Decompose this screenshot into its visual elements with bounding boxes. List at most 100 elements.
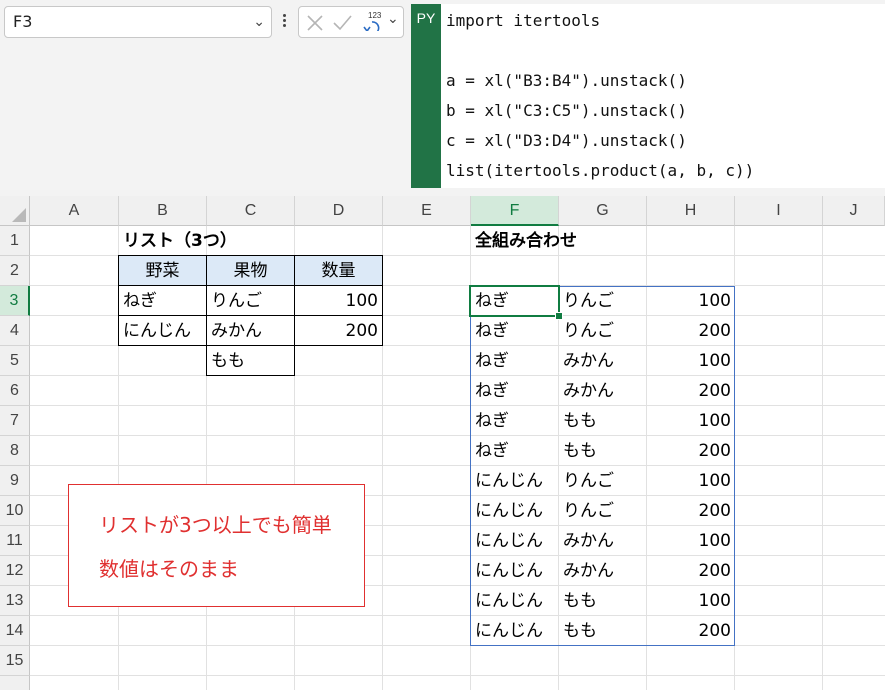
result-cell-vegetable[interactable]: ねぎ bbox=[471, 346, 559, 376]
row-header[interactable]: 12 bbox=[0, 556, 30, 586]
annotation-note-box[interactable]: リストが3つ以上でも簡単 数値はそのまま bbox=[68, 484, 365, 607]
column-header-c[interactable]: C bbox=[207, 196, 295, 226]
result-cell-vegetable[interactable]: ねぎ bbox=[471, 436, 559, 466]
row-header[interactable]: 7 bbox=[0, 406, 30, 436]
result-cell-quantity[interactable]: 100 bbox=[647, 466, 735, 496]
result-cell-fruit[interactable]: みかん bbox=[559, 526, 647, 556]
row-header[interactable]: 8 bbox=[0, 436, 30, 466]
column-header-a[interactable]: A bbox=[30, 196, 119, 226]
row-header[interactable]: 2 bbox=[0, 256, 30, 286]
row-header[interactable]: 3 bbox=[0, 286, 30, 316]
gridline bbox=[30, 375, 885, 376]
more-options-icon[interactable] bbox=[281, 12, 287, 32]
header-quantity[interactable]: 数量 bbox=[294, 255, 383, 286]
quantity-cell[interactable]: 200 bbox=[294, 315, 383, 346]
result-cell-vegetable[interactable]: にんじん bbox=[471, 586, 559, 616]
result-cell-quantity[interactable]: 200 bbox=[647, 616, 735, 646]
result-cell-fruit[interactable]: みかん bbox=[559, 376, 647, 406]
result-cell-quantity[interactable]: 200 bbox=[647, 496, 735, 526]
spreadsheet-grid: A B C D E F G H I J 1 2 3 4 5 6 7 8 9 10… bbox=[0, 196, 885, 690]
column-header-j[interactable]: J bbox=[823, 196, 885, 226]
fruit-cell[interactable]: みかん bbox=[206, 315, 295, 346]
result-cell-quantity[interactable]: 100 bbox=[647, 406, 735, 436]
enter-icon[interactable] bbox=[331, 11, 353, 33]
result-cell-vegetable[interactable]: にんじん bbox=[471, 466, 559, 496]
note-line: 数値はそのまま bbox=[99, 557, 239, 581]
gridline bbox=[30, 675, 885, 676]
code-line: c = xl("D3:D4").unstack() bbox=[446, 131, 687, 150]
gridline bbox=[30, 465, 885, 466]
result-cell-quantity[interactable]: 200 bbox=[647, 436, 735, 466]
column-header-f[interactable]: F bbox=[471, 196, 559, 226]
result-cell-fruit[interactable]: もも bbox=[559, 406, 647, 436]
row-header[interactable]: 11 bbox=[0, 526, 30, 556]
result-cell-quantity[interactable]: 100 bbox=[647, 586, 735, 616]
result-cell-quantity[interactable]: 100 bbox=[647, 526, 735, 556]
result-cell-quantity[interactable]: 100 bbox=[647, 346, 735, 376]
header-vegetable[interactable]: 野菜 bbox=[118, 255, 207, 286]
chevron-down-icon[interactable]: ⌄ bbox=[253, 7, 265, 37]
result-cell-quantity[interactable]: 200 bbox=[647, 316, 735, 346]
result-cell-quantity[interactable]: 100 bbox=[647, 286, 735, 316]
row-header[interactable]: 10 bbox=[0, 496, 30, 526]
row-header[interactable] bbox=[0, 676, 30, 690]
gridline bbox=[30, 435, 885, 436]
row-header[interactable]: 5 bbox=[0, 346, 30, 376]
gridline bbox=[822, 226, 823, 690]
quantity-cell[interactable]: 100 bbox=[294, 285, 383, 316]
row-header[interactable]: 15 bbox=[0, 646, 30, 676]
result-cell-vegetable[interactable]: にんじん bbox=[471, 616, 559, 646]
result-cell-vegetable[interactable]: ねぎ bbox=[471, 406, 559, 436]
vegetable-cell[interactable]: にんじん bbox=[118, 315, 207, 346]
cancel-icon[interactable] bbox=[305, 11, 325, 33]
row-header[interactable]: 1 bbox=[0, 226, 30, 256]
result-cell-vegetable[interactable]: ねぎ bbox=[471, 286, 559, 316]
result-title[interactable]: 全組み合わせ bbox=[471, 226, 671, 256]
result-cell-fruit[interactable]: もも bbox=[559, 586, 647, 616]
formula-bar-area: F3 ⌄ 123 ⌄ PY import itertools a = xl("B… bbox=[0, 0, 885, 196]
fruit-cell[interactable]: りんご bbox=[206, 285, 295, 316]
result-cell-fruit[interactable]: りんご bbox=[559, 466, 647, 496]
name-box[interactable]: F3 ⌄ bbox=[4, 6, 272, 38]
result-cell-fruit[interactable]: りんご bbox=[559, 286, 647, 316]
row-header[interactable]: 4 bbox=[0, 316, 30, 346]
vegetable-cell[interactable]: ねぎ bbox=[118, 285, 207, 316]
code-line: b = xl("C3:C5").unstack() bbox=[446, 101, 687, 120]
result-cell-fruit[interactable]: もも bbox=[559, 436, 647, 466]
result-cell-fruit[interactable]: もも bbox=[559, 616, 647, 646]
result-cell-vegetable[interactable]: にんじん bbox=[471, 556, 559, 586]
fruit-cell[interactable]: もも bbox=[206, 345, 295, 376]
result-cell-vegetable[interactable]: ねぎ bbox=[471, 376, 559, 406]
fill-handle[interactable] bbox=[555, 312, 563, 320]
column-header-h[interactable]: H bbox=[647, 196, 735, 226]
result-cell-quantity[interactable]: 200 bbox=[647, 376, 735, 406]
convert-output-icon[interactable]: 123 bbox=[359, 9, 385, 31]
result-cell-vegetable[interactable]: ねぎ bbox=[471, 316, 559, 346]
gridline bbox=[30, 405, 885, 406]
result-cell-vegetable[interactable]: にんじん bbox=[471, 496, 559, 526]
result-cell-fruit[interactable]: みかん bbox=[559, 556, 647, 586]
result-cell-vegetable[interactable]: にんじん bbox=[471, 526, 559, 556]
row-header[interactable]: 9 bbox=[0, 466, 30, 496]
output-chevron-down-icon[interactable]: ⌄ bbox=[387, 11, 399, 27]
column-header-d[interactable]: D bbox=[295, 196, 383, 226]
result-cell-fruit[interactable]: みかん bbox=[559, 346, 647, 376]
column-header-g[interactable]: G bbox=[559, 196, 647, 226]
name-box-value: F3 bbox=[13, 12, 33, 31]
column-header-b[interactable]: B bbox=[119, 196, 207, 226]
result-cell-quantity[interactable]: 200 bbox=[647, 556, 735, 586]
column-header-i[interactable]: I bbox=[735, 196, 823, 226]
list-title[interactable]: リスト（3つ） bbox=[119, 226, 319, 256]
code-line: a = xl("B3:B4").unstack() bbox=[446, 71, 687, 90]
row-header[interactable]: 14 bbox=[0, 616, 30, 646]
formula-controls: 123 ⌄ bbox=[298, 6, 404, 38]
gridline bbox=[30, 645, 885, 646]
code-editor[interactable]: import itertools a = xl("B3:B4").unstack… bbox=[441, 4, 885, 188]
result-cell-fruit[interactable]: りんご bbox=[559, 316, 647, 346]
header-fruit[interactable]: 果物 bbox=[206, 255, 295, 286]
column-header-e[interactable]: E bbox=[383, 196, 471, 226]
select-all-button[interactable] bbox=[0, 196, 30, 226]
row-header[interactable]: 6 bbox=[0, 376, 30, 406]
row-header[interactable]: 13 bbox=[0, 586, 30, 616]
result-cell-fruit[interactable]: りんご bbox=[559, 496, 647, 526]
